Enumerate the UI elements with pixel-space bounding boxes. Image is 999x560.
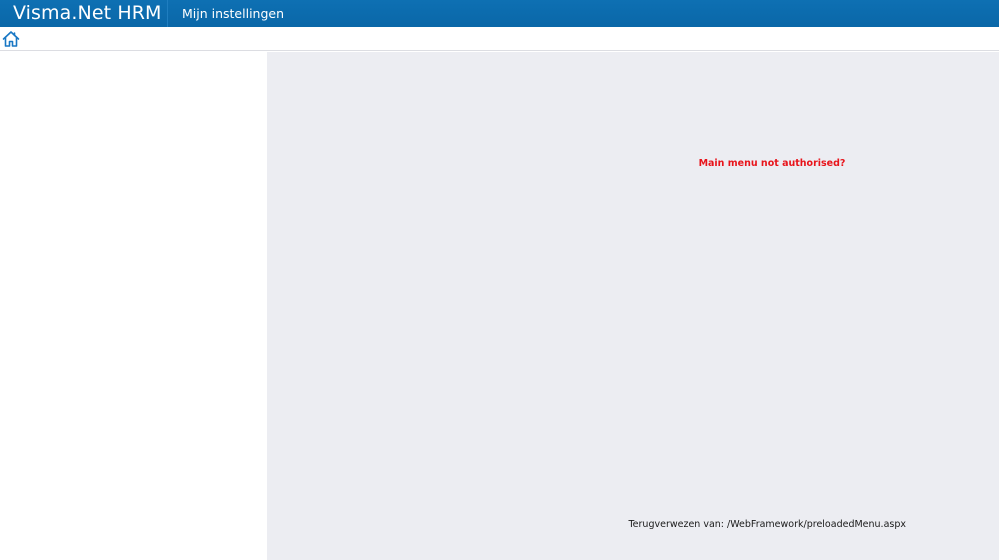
error-message: Main menu not authorised? xyxy=(698,158,846,169)
sidebar xyxy=(0,52,267,560)
toolbar xyxy=(0,27,999,51)
nav-my-settings[interactable]: Mijn instellingen xyxy=(168,0,284,27)
home-icon[interactable] xyxy=(2,30,20,48)
app-brand[interactable]: Visma.Net HRM xyxy=(0,0,168,27)
top-bar: Visma.Net HRM Mijn instellingen xyxy=(0,0,999,27)
main-content: Main menu not authorised? Terugverwezen … xyxy=(267,52,999,560)
redirect-info: Terugverwezen van: /WebFramework/preload… xyxy=(628,519,906,530)
